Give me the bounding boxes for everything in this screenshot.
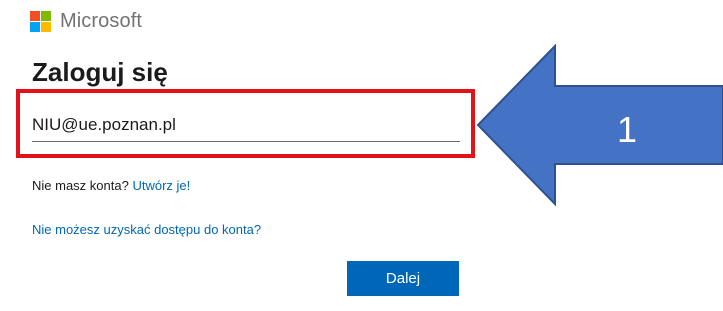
arrow-step-number: 1 xyxy=(616,109,638,150)
no-account-text: Nie masz konta? xyxy=(32,178,129,193)
brand-name: Microsoft xyxy=(60,9,143,32)
microsoft-logo-icon xyxy=(30,10,51,32)
page-title: Zaloguj się xyxy=(32,57,168,87)
create-account-link[interactable]: Utwórz je! xyxy=(132,178,190,193)
microsoft-logo: Microsoft xyxy=(30,8,142,34)
no-account-row: Nie masz konta? Utwórz je! xyxy=(32,178,190,193)
cant-access-account-link[interactable]: Nie możesz uzyskać dostępu do konta? xyxy=(32,222,261,237)
left-arrow-icon xyxy=(476,43,723,207)
email-field[interactable] xyxy=(32,112,460,142)
next-button[interactable]: Dalej xyxy=(347,261,459,296)
